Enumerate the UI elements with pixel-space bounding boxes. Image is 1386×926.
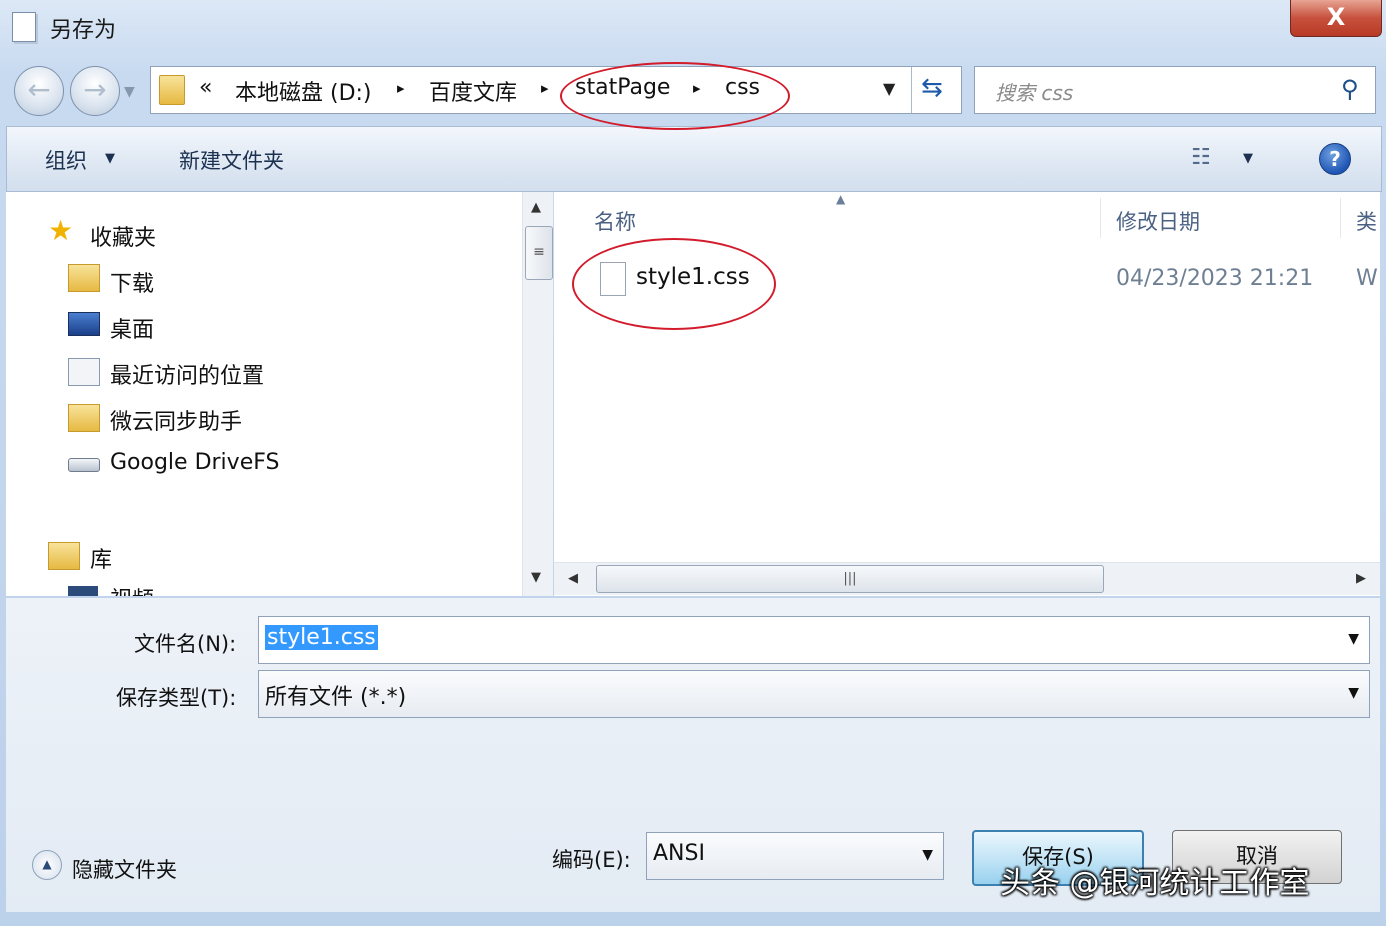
- encoding-value: ANSI: [653, 841, 705, 866]
- recent-pages-dropdown-icon[interactable]: ▼: [124, 84, 135, 100]
- breadcrumb-baidu-wenku[interactable]: 百度文库: [429, 75, 517, 107]
- sidebar-item-downloads[interactable]: 下载: [110, 266, 154, 298]
- filename-label: 文件名(N):: [134, 632, 237, 656]
- scrollbar-thumb[interactable]: ≡: [525, 226, 553, 280]
- encoding-label: 编码(E):: [552, 848, 631, 872]
- file-type: W: [1356, 266, 1378, 291]
- filetype-value: 所有文件 (*.*): [265, 685, 407, 710]
- breadcrumb-separator-icon[interactable]: ▸: [693, 79, 701, 97]
- column-divider[interactable]: [1100, 198, 1101, 238]
- document-icon: [12, 12, 36, 42]
- recent-places-icon: [68, 358, 100, 386]
- column-header-modified[interactable]: 修改日期: [1116, 206, 1200, 236]
- sort-ascending-icon: ▲: [836, 192, 846, 206]
- address-bar[interactable]: « 本地磁盘 (D:) ▸ 百度文库 ▸ statPage ▸ css ▼ ⇆: [150, 66, 962, 114]
- scrollbar-thumb[interactable]: |||: [596, 565, 1104, 593]
- cloud-folder-icon: [68, 404, 100, 432]
- organize-button[interactable]: 组织: [45, 145, 87, 175]
- chevron-down-icon[interactable]: ▼: [1348, 631, 1359, 647]
- column-header-name[interactable]: 名称: [594, 206, 636, 236]
- window-title: 另存为: [50, 18, 117, 43]
- search-placeholder: 搜索 css: [995, 81, 1074, 105]
- chevron-up-icon[interactable]: ▲: [32, 850, 62, 880]
- save-as-dialog: 另存为 X ← → ▼ « 本地磁盘 (D:) ▸ 百度文库 ▸ statPag…: [0, 0, 1386, 926]
- breadcrumb-overflow[interactable]: «: [199, 75, 212, 100]
- navigation-scrollbar[interactable]: ▲ ≡ ▼: [522, 192, 553, 596]
- back-button[interactable]: ←: [14, 66, 64, 116]
- watermark: 头条 @银河统计工作室: [1000, 866, 1310, 901]
- search-input[interactable]: 搜索 css ⚲: [974, 66, 1376, 114]
- organize-dropdown-icon[interactable]: ▼: [105, 151, 115, 166]
- refresh-icon[interactable]: ⇆: [921, 73, 943, 103]
- horizontal-scrollbar[interactable]: ◀ ||| ▶: [554, 562, 1380, 595]
- new-folder-button[interactable]: 新建文件夹: [179, 145, 284, 175]
- filename-input[interactable]: style1.css ▼: [258, 616, 1370, 664]
- breadcrumb-local-disk[interactable]: 本地磁盘 (D:): [235, 75, 372, 107]
- file-name[interactable]: style1.css: [636, 264, 750, 290]
- breadcrumb-separator-icon[interactable]: ▸: [541, 79, 549, 97]
- search-icon[interactable]: ⚲: [1341, 75, 1359, 103]
- sidebar-item-libraries[interactable]: 库: [90, 542, 112, 574]
- back-arrow-icon: ←: [27, 73, 51, 106]
- sidebar-item-google-drive[interactable]: Google DriveFS: [110, 450, 279, 475]
- sidebar-item-favorites[interactable]: 收藏夹: [90, 220, 156, 252]
- file-icon: [600, 262, 626, 296]
- breadcrumb-css[interactable]: css: [725, 75, 760, 100]
- encoding-select[interactable]: ANSI ▼: [646, 832, 944, 880]
- help-icon[interactable]: ?: [1319, 143, 1351, 175]
- forward-button[interactable]: →: [70, 66, 120, 116]
- desktop-icon: [68, 312, 100, 336]
- file-list: ▲ 名称 修改日期 类 style1.css 04/23/2023 21:21 …: [554, 192, 1380, 596]
- star-icon: ★: [48, 214, 74, 247]
- sidebar-item-desktop[interactable]: 桌面: [110, 312, 154, 344]
- drive-icon: [68, 458, 100, 472]
- library-icon: [48, 542, 80, 570]
- view-dropdown-icon[interactable]: ▼: [1243, 151, 1253, 166]
- view-options-icon[interactable]: ☷: [1191, 145, 1211, 170]
- column-header-type[interactable]: 类: [1356, 206, 1377, 236]
- hide-folders-button[interactable]: 隐藏文件夹: [72, 854, 177, 884]
- close-button[interactable]: X: [1290, 0, 1382, 37]
- breadcrumb-statpage[interactable]: statPage: [575, 75, 670, 100]
- filetype-label: 保存类型(T):: [116, 686, 237, 710]
- sidebar-item-weiyun[interactable]: 微云同步助手: [110, 404, 242, 436]
- scroll-right-icon[interactable]: ▶: [1356, 571, 1366, 586]
- address-divider: [911, 67, 912, 113]
- scroll-down-icon[interactable]: ▼: [531, 570, 541, 585]
- address-history-dropdown-icon[interactable]: ▼: [883, 79, 895, 98]
- column-divider[interactable]: [1340, 198, 1341, 238]
- title-bar: 另存为 X: [0, 0, 1386, 58]
- breadcrumb-separator-icon[interactable]: ▸: [397, 79, 405, 97]
- command-toolbar: 组织 ▼ 新建文件夹 ☷ ▼ ?: [6, 126, 1382, 192]
- chevron-down-icon[interactable]: ▼: [922, 847, 933, 863]
- forward-arrow-icon: →: [83, 73, 107, 106]
- sidebar-item-videos[interactable]: 视频: [110, 582, 154, 596]
- filename-value[interactable]: style1.css: [265, 625, 378, 650]
- filetype-select[interactable]: 所有文件 (*.*) ▼: [258, 670, 1370, 718]
- folder-icon: [159, 75, 185, 105]
- scroll-up-icon[interactable]: ▲: [531, 200, 541, 215]
- navigation-pane: ★ 收藏夹 下载 桌面 最近访问的位置 微云同步助手 Google DriveF…: [6, 192, 522, 596]
- scroll-left-icon[interactable]: ◀: [568, 571, 578, 586]
- sidebar-item-recent-places[interactable]: 最近访问的位置: [110, 358, 264, 390]
- download-folder-icon: [68, 264, 100, 292]
- video-library-icon: [68, 586, 98, 596]
- chevron-down-icon[interactable]: ▼: [1348, 685, 1359, 701]
- file-modified-date: 04/23/2023 21:21: [1116, 266, 1314, 291]
